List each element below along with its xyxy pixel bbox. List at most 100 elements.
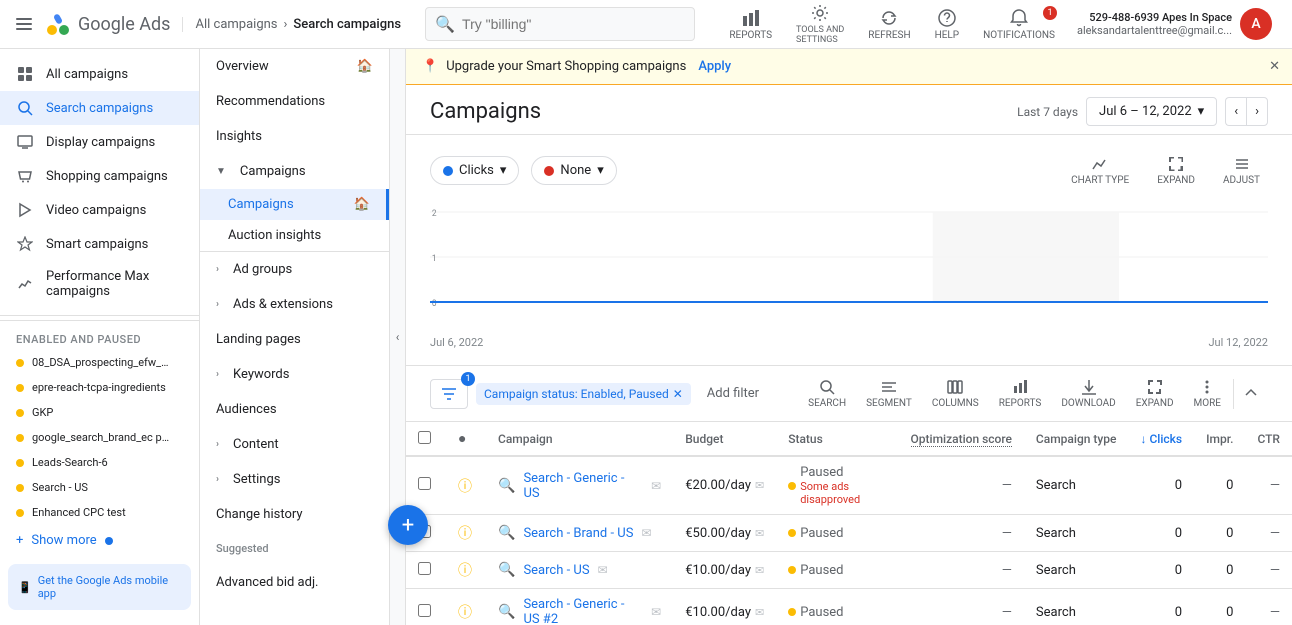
clicks-dot [443,166,453,176]
filter-tag-status[interactable]: Campaign status: Enabled, Paused ✕ [476,383,691,405]
sub-nav-campaigns-child[interactable]: Campaigns 🏠 [200,189,389,220]
close-banner-button[interactable]: ✕ [1269,59,1280,74]
sidebar-item-display-campaigns[interactable]: Display campaigns [0,125,199,159]
status-header[interactable]: Status [776,422,898,456]
expand-table-button[interactable]: EXPAND [1128,374,1182,413]
svg-text:1: 1 [432,254,437,264]
sidebar-item-shopping-campaigns[interactable]: Shopping campaigns [0,159,199,193]
campaign-list-item[interactable]: epre-reach-tcpa-ingredients [0,375,199,400]
campaign-list-item[interactable]: 08_DSA_prospecting_efw_tcpa [0,350,199,375]
campaign-list-item[interactable]: Search - US [0,475,199,500]
campaign-name-header[interactable]: Campaign [486,422,673,456]
campaign-link-0[interactable]: Search - Generic - US [523,471,643,501]
add-filter-button[interactable]: Add filter [699,382,767,405]
segment-button[interactable]: SEGMENT [858,374,920,413]
filter-button[interactable]: 1 [430,379,468,409]
campaign-link-1[interactable]: Search - Brand - US [523,526,633,541]
campaign-list-item[interactable]: Leads-Search-6 [0,450,199,475]
status-text: Paused [800,465,886,480]
apply-button[interactable]: Apply [698,59,731,74]
mobile-app-banner[interactable]: 📱 Get the Google Ads mobile app [8,564,191,610]
sub-nav-campaigns-section[interactable]: ▼ Campaigns [200,154,389,189]
row-checkbox-cell[interactable] [406,589,446,625]
campaign-list-item[interactable]: google_search_brand_ec pc_women [0,425,199,450]
row-ctr-cell: — [1245,456,1292,515]
row-checkbox-2[interactable] [418,562,431,575]
date-next-button[interactable]: › [1246,97,1268,126]
search-table-button[interactable]: SEARCH [800,374,854,413]
clicks-header[interactable]: ↓ Clicks [1128,422,1194,456]
page-title: Campaigns [430,99,541,124]
sub-nav-landing-pages[interactable]: Landing pages [200,322,389,357]
breadcrumb-parent[interactable]: All campaigns [195,17,277,32]
impr-header[interactable]: Impr. [1194,422,1245,456]
search-input[interactable] [425,7,695,41]
status-dot [788,482,796,490]
row-campaign-name-cell: 🔍 Search - Brand - US ✉ [486,515,673,552]
sidebar-item-video-campaigns[interactable]: Video campaigns [0,193,199,227]
sub-nav-advanced-bid[interactable]: Advanced bid adj. [200,565,389,600]
select-all-header[interactable] [406,422,446,456]
select-all-checkbox[interactable] [418,431,431,444]
date-prev-button[interactable]: ‹ [1225,97,1246,126]
insights-label: Insights [216,129,262,144]
expand-chart-button[interactable]: EXPAND [1149,151,1203,190]
reports-button[interactable]: REPORTS [719,4,782,45]
sub-nav-ads-extensions[interactable]: › Ads & extensions [200,287,389,322]
budget-value: €20.00/day [685,478,751,493]
create-campaign-fab[interactable]: + [388,505,428,545]
date-range-button[interactable]: Jul 6 – 12, 2022 ▾ [1086,97,1217,126]
notifications-button[interactable]: 1 NOTIFICATIONS [973,4,1065,45]
row-status-cell: Paused [776,552,898,589]
none-metric-button[interactable]: None ▾ [531,156,616,185]
sub-nav-content[interactable]: › Content [200,427,389,462]
help-button[interactable]: HELP [925,4,970,45]
sidebar-item-smart-campaigns[interactable]: Smart campaigns [0,227,199,261]
budget-header[interactable]: Budget [673,422,776,456]
sub-nav-insights[interactable]: Insights [200,119,389,154]
sidebar-item-search-campaigns[interactable]: Search campaigns ⋮ [0,91,199,125]
sidebar-item-performance-max[interactable]: Performance Max campaigns [0,261,199,307]
avatar[interactable]: A [1240,8,1272,40]
sub-nav-recommendations[interactable]: Recommendations [200,84,389,119]
row-checkbox-cell[interactable] [406,552,446,589]
ctr-header[interactable]: CTR [1245,422,1292,456]
filter-tag-close[interactable]: ✕ [673,387,683,401]
campaign-link-2[interactable]: Search - US [523,563,589,578]
download-button[interactable]: DOWNLOAD [1053,374,1123,413]
campaign-list-item[interactable]: Enhanced CPC test [0,500,199,525]
opt-score-header[interactable]: Optimization score [899,422,1024,456]
tools-button[interactable]: TOOLS ANDSETTINGS [786,0,854,49]
sub-nav-keywords[interactable]: › Keywords [200,357,389,392]
account-info[interactable]: 529-488-6939 Apes In Space aleksandartal… [1069,4,1280,44]
row-budget-cell: €10.00/day ✉ [673,589,776,625]
columns-button[interactable]: COLUMNS [924,374,987,413]
sub-nav-overview[interactable]: Overview 🏠 [200,49,389,84]
more-button[interactable]: MORE [1186,374,1229,413]
row-budget-cell: €10.00/day ✉ [673,552,776,589]
refresh-button[interactable]: REFRESH [858,4,920,45]
sub-nav-change-history[interactable]: Change history [200,497,389,532]
collapse-table-button[interactable] [1233,379,1268,409]
row-checkbox-0[interactable] [418,477,431,490]
sub-nav-audiences[interactable]: Audiences [200,392,389,427]
campaign-list-item[interactable]: GKP [0,400,199,425]
clicks-metric-button[interactable]: Clicks ▾ [430,156,519,185]
top-bar: Google Ads All campaigns › Search campai… [0,0,1292,49]
campaign-link-3[interactable]: Search - Generic - US #2 [523,597,643,625]
hamburger-menu[interactable] [12,12,36,36]
campaign-header: Campaigns Last 7 days Jul 6 – 12, 2022 ▾… [406,85,1292,135]
impr-value: 0 [1226,478,1233,493]
chart-type-button[interactable]: CHART TYPE [1063,151,1137,190]
sidebar-item-all-campaigns[interactable]: All campaigns ⋮ [0,57,199,91]
sub-nav-settings[interactable]: › Settings [200,462,389,497]
reports-icon [741,8,761,28]
row-checkbox-3[interactable] [418,604,431,617]
clicks-value: 0 [1175,605,1182,620]
campaign-type-header[interactable]: Campaign type [1024,422,1129,456]
adjust-chart-button[interactable]: ADJUST [1215,151,1268,190]
table-reports-button[interactable]: REPORTS [991,374,1050,413]
sub-nav-auction-insights[interactable]: Auction insights [200,220,389,251]
sub-nav-ad-groups[interactable]: › Ad groups [200,252,389,287]
show-more-button[interactable]: + Show more [0,525,199,556]
